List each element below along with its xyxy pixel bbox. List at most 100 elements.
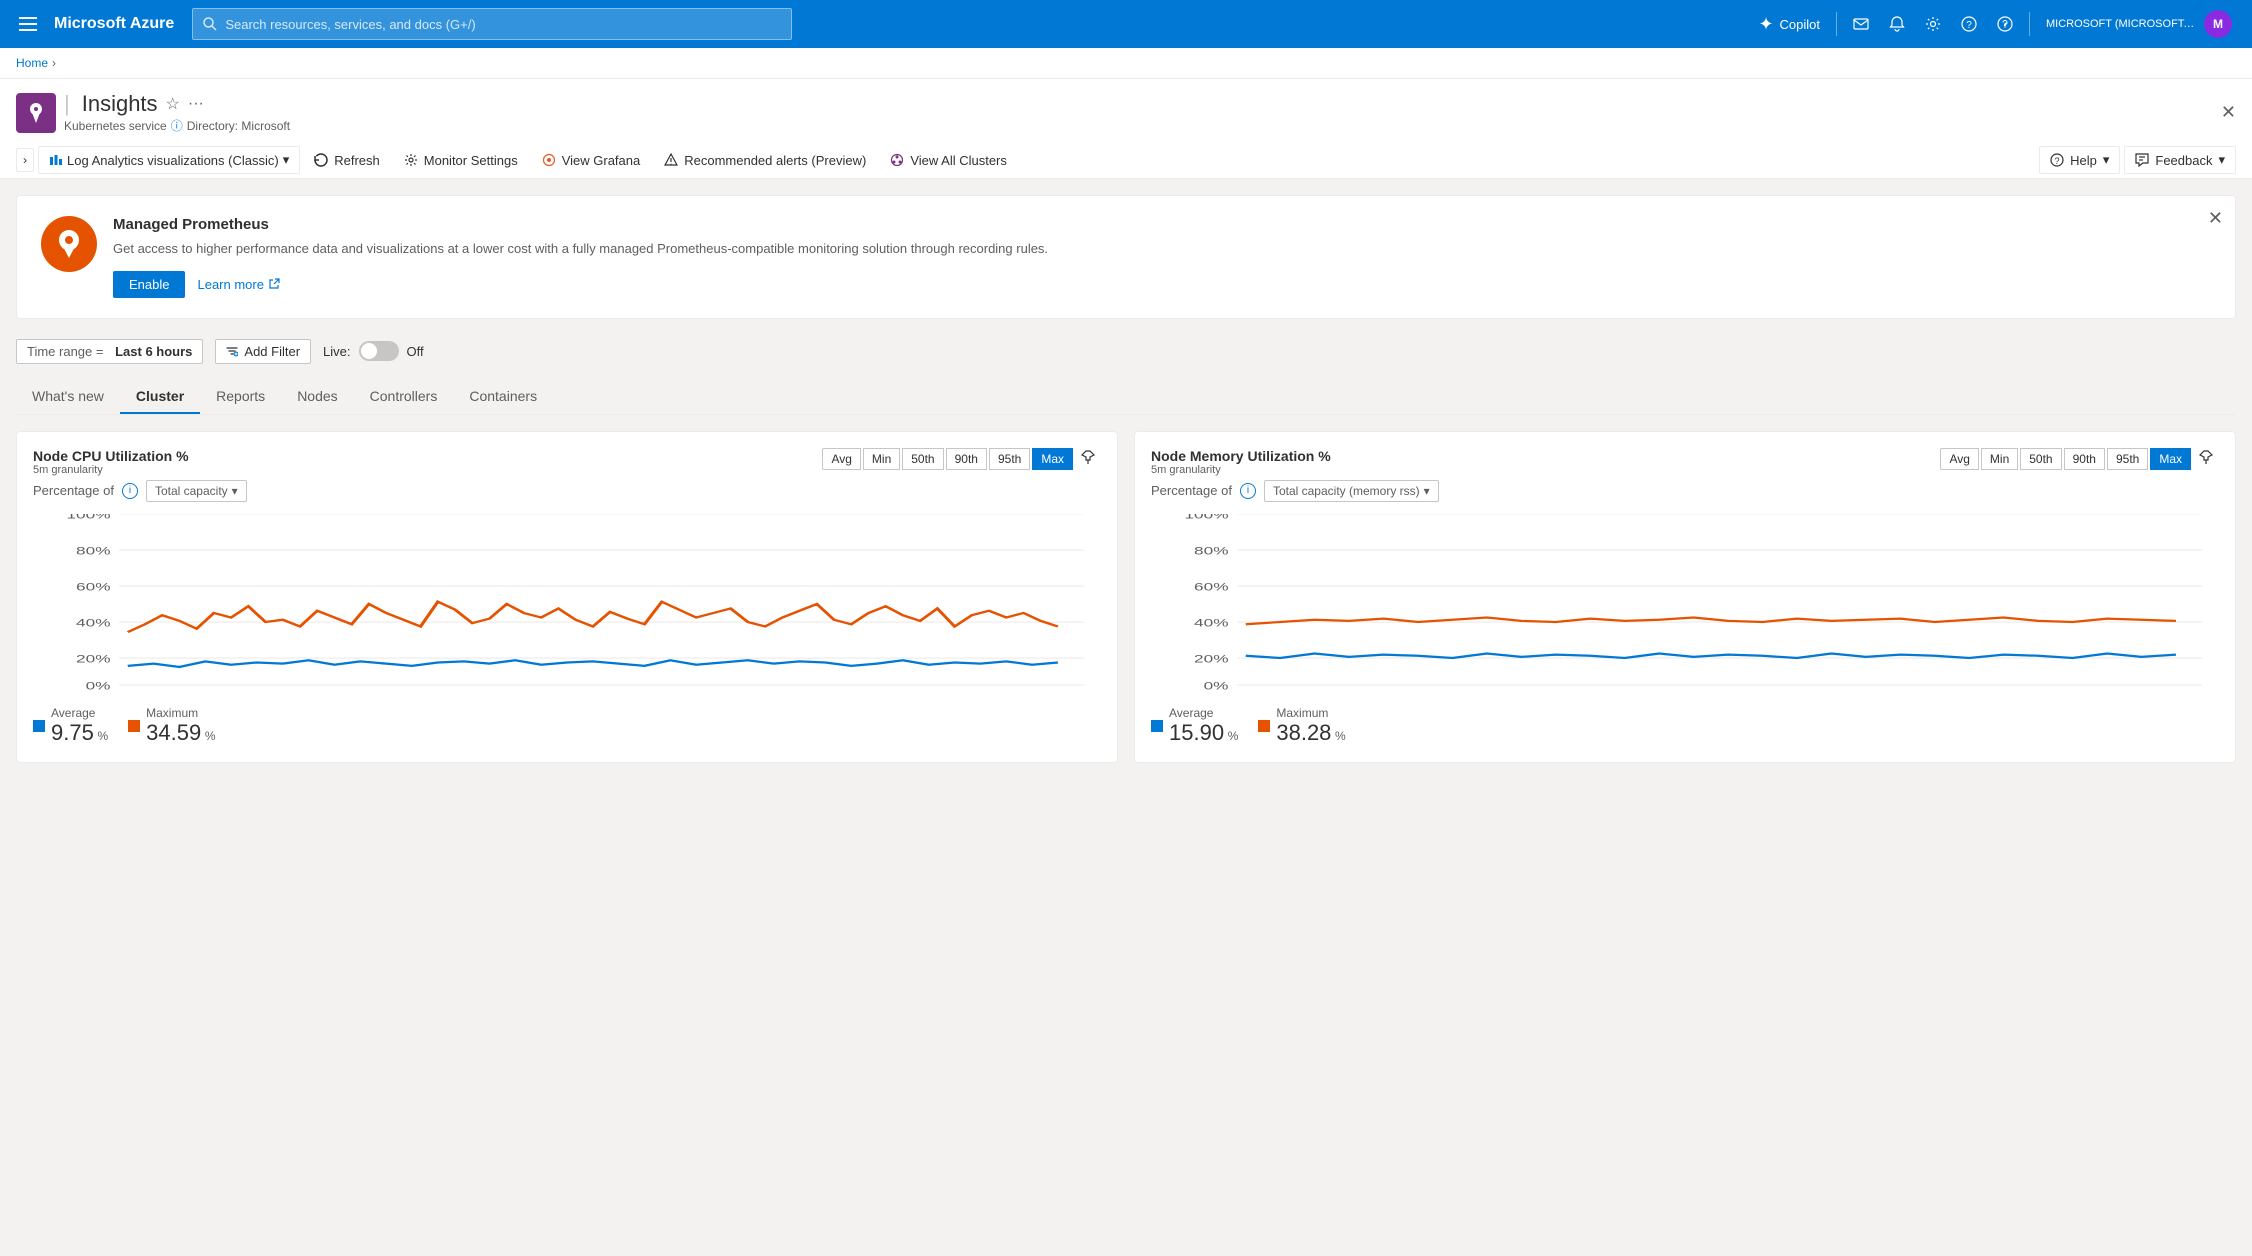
tab-containers[interactable]: Containers — [453, 380, 553, 414]
memory-info-icon[interactable]: i — [1240, 483, 1256, 499]
cpu-chart-header: Node CPU Utilization % 5m granularity Av… — [33, 448, 1101, 476]
cpu-info-icon[interactable]: i — [122, 483, 138, 499]
svg-text:100%: 100% — [67, 514, 111, 522]
copilot-label: Copilot — [1780, 17, 1820, 32]
memory-metric-btn-95th[interactable]: 95th — [2107, 448, 2148, 470]
main-content: Managed Prometheus Get access to higher … — [0, 179, 2252, 779]
email-icon[interactable] — [1845, 8, 1877, 40]
cpu-metric-btn-max[interactable]: Max — [1032, 448, 1073, 470]
left-panel-toggle[interactable]: › — [16, 148, 34, 172]
cpu-metric-btn-50th[interactable]: 50th — [902, 448, 943, 470]
feedback-nav-icon[interactable] — [1989, 8, 2021, 40]
nav-icons: ✦ Copilot ? MICROSOFT (MICROSOFT.ONMI...… — [1750, 6, 2240, 42]
help-dropdown[interactable]: ? Help ▾ — [2039, 146, 2120, 174]
copilot-button[interactable]: ✦ Copilot — [1750, 10, 1828, 39]
view-all-clusters-label: View All Clusters — [910, 153, 1007, 168]
svg-text:60%: 60% — [1194, 581, 1229, 593]
memory-metric-btn-50th[interactable]: 50th — [2020, 448, 2061, 470]
help-icon[interactable]: ? — [1953, 8, 1985, 40]
analytics-dropdown-icon: ▾ — [283, 152, 290, 168]
help-chevron-icon: ▾ — [2103, 152, 2110, 168]
banner-description: Get access to higher performance data an… — [113, 239, 2211, 259]
legend-label-text: Average 15.90 % — [1169, 706, 1238, 746]
cpu-chart-title: Node CPU Utilization % — [33, 448, 189, 464]
cpu-metric-btn-95th[interactable]: 95th — [989, 448, 1030, 470]
live-toggle-switch[interactable] — [359, 341, 399, 361]
svg-text:60%: 60% — [76, 581, 111, 593]
view-grafana-button[interactable]: View Grafana — [532, 147, 651, 174]
memory-metric-btn-max[interactable]: Max — [2150, 448, 2191, 470]
svg-text:0%: 0% — [86, 680, 111, 692]
toggle-knob — [361, 343, 377, 359]
analytics-label: Log Analytics visualizations (Classic) — [67, 153, 279, 168]
cpu-legend-maximum-legend: Maximum 34.59 % — [128, 706, 215, 746]
memory-pin-button[interactable] — [2193, 448, 2219, 471]
tab-nodes[interactable]: Nodes — [281, 380, 353, 414]
search-input[interactable] — [225, 17, 781, 32]
breadcrumb: Home › — [0, 48, 2252, 79]
memory-metric-buttons: AvgMin50th90th95thMax — [1940, 448, 2219, 471]
svg-text:?: ? — [1966, 20, 1972, 31]
monitor-settings-button[interactable]: Monitor Settings — [394, 147, 528, 174]
view-all-clusters-button[interactable]: View All Clusters — [880, 147, 1017, 174]
tab-cluster[interactable]: Cluster — [120, 380, 200, 414]
more-options-icon[interactable]: ··· — [188, 95, 204, 113]
legend-label-text: Maximum 34.59 % — [146, 706, 215, 746]
cpu-percentage-label: Percentage of — [33, 483, 114, 498]
time-range-value-text: Last 6 hours — [115, 344, 192, 359]
top-nav: Microsoft Azure ✦ Copilot ? MICROSOFT (M… — [0, 0, 2252, 48]
tab-what-s-new[interactable]: What's new — [16, 380, 120, 414]
cpu-legend: Average 9.75 % Maximum 34.59 % — [33, 706, 1101, 746]
recommended-alerts-button[interactable]: Recommended alerts (Preview) — [654, 147, 876, 174]
tabs: What's newClusterReportsNodesControllers… — [16, 380, 2236, 415]
refresh-label: Refresh — [334, 153, 380, 168]
memory-legend: Average 15.90 % Maximum 38.28 % — [1151, 706, 2219, 746]
analytics-dropdown[interactable]: Log Analytics visualizations (Classic) ▾ — [38, 146, 300, 174]
page-subtitle: Kubernetes service ⓘ Directory: Microsof… — [64, 117, 290, 134]
enable-button[interactable]: Enable — [113, 271, 185, 298]
title-info: | Insights ☆ ··· Kubernetes service ⓘ Di… — [64, 91, 290, 134]
favorite-icon[interactable]: ☆ — [166, 94, 180, 114]
cpu-chart-subtitle: 5m granularity — [33, 464, 189, 476]
nav-divider — [1836, 12, 1837, 36]
memory-dropdown-chevron: ▾ — [1424, 484, 1430, 498]
memory-metric-btn-avg[interactable]: Avg — [1940, 448, 1978, 470]
feedback-dropdown[interactable]: Feedback ▾ — [2124, 146, 2236, 174]
settings-icon[interactable] — [1917, 8, 1949, 40]
refresh-button[interactable]: Refresh — [304, 147, 390, 174]
svg-text:80%: 80% — [1194, 545, 1229, 557]
info-icon[interactable]: ⓘ — [171, 117, 183, 134]
legend-color — [128, 720, 140, 732]
breadcrumb-home[interactable]: Home — [16, 56, 48, 70]
memory-chart-subtitle: 5m granularity — [1151, 464, 1331, 476]
monitor-settings-label: Monitor Settings — [424, 153, 518, 168]
search-bar — [192, 8, 792, 40]
notifications-icon[interactable] — [1881, 8, 1913, 40]
close-page-button[interactable]: ✕ — [2221, 102, 2236, 123]
account-button[interactable]: MICROSOFT (MICROSOFT.ONMI... M — [2038, 6, 2240, 42]
memory-legend-maximum-legend: Maximum 38.28 % — [1258, 706, 1345, 746]
memory-capacity-dropdown[interactable]: Total capacity (memory rss) ▾ — [1264, 480, 1439, 502]
cpu-metric-btn-min[interactable]: Min — [863, 448, 900, 470]
learn-more-link[interactable]: Learn more — [197, 277, 279, 292]
page-title: | Insights ☆ ··· — [64, 91, 290, 117]
memory-percentage-label: Percentage of — [1151, 483, 1232, 498]
cpu-metric-btn-90th[interactable]: 90th — [946, 448, 987, 470]
add-filter-button[interactable]: Add Filter — [215, 339, 311, 364]
memory-metric-btn-min[interactable]: Min — [1981, 448, 2018, 470]
live-label: Live: — [323, 344, 350, 359]
hamburger-icon[interactable] — [12, 8, 44, 40]
tab-controllers[interactable]: Controllers — [354, 380, 454, 414]
cpu-metric-btn-avg[interactable]: Avg — [822, 448, 860, 470]
cpu-chart-title-area: Node CPU Utilization % 5m granularity — [33, 448, 189, 476]
banner-title: Managed Prometheus — [113, 216, 2211, 233]
time-range-filter[interactable]: Time range = Last 6 hours — [16, 339, 203, 364]
toggle-chevron-icon: › — [23, 153, 27, 167]
nav-divider-2 — [2029, 12, 2030, 36]
view-grafana-label: View Grafana — [562, 153, 641, 168]
cpu-pin-button[interactable] — [1075, 448, 1101, 471]
tab-reports[interactable]: Reports — [200, 380, 281, 414]
cpu-capacity-dropdown[interactable]: Total capacity ▾ — [146, 480, 247, 502]
banner-close-button[interactable]: ✕ — [2208, 208, 2223, 229]
memory-metric-btn-90th[interactable]: 90th — [2064, 448, 2105, 470]
